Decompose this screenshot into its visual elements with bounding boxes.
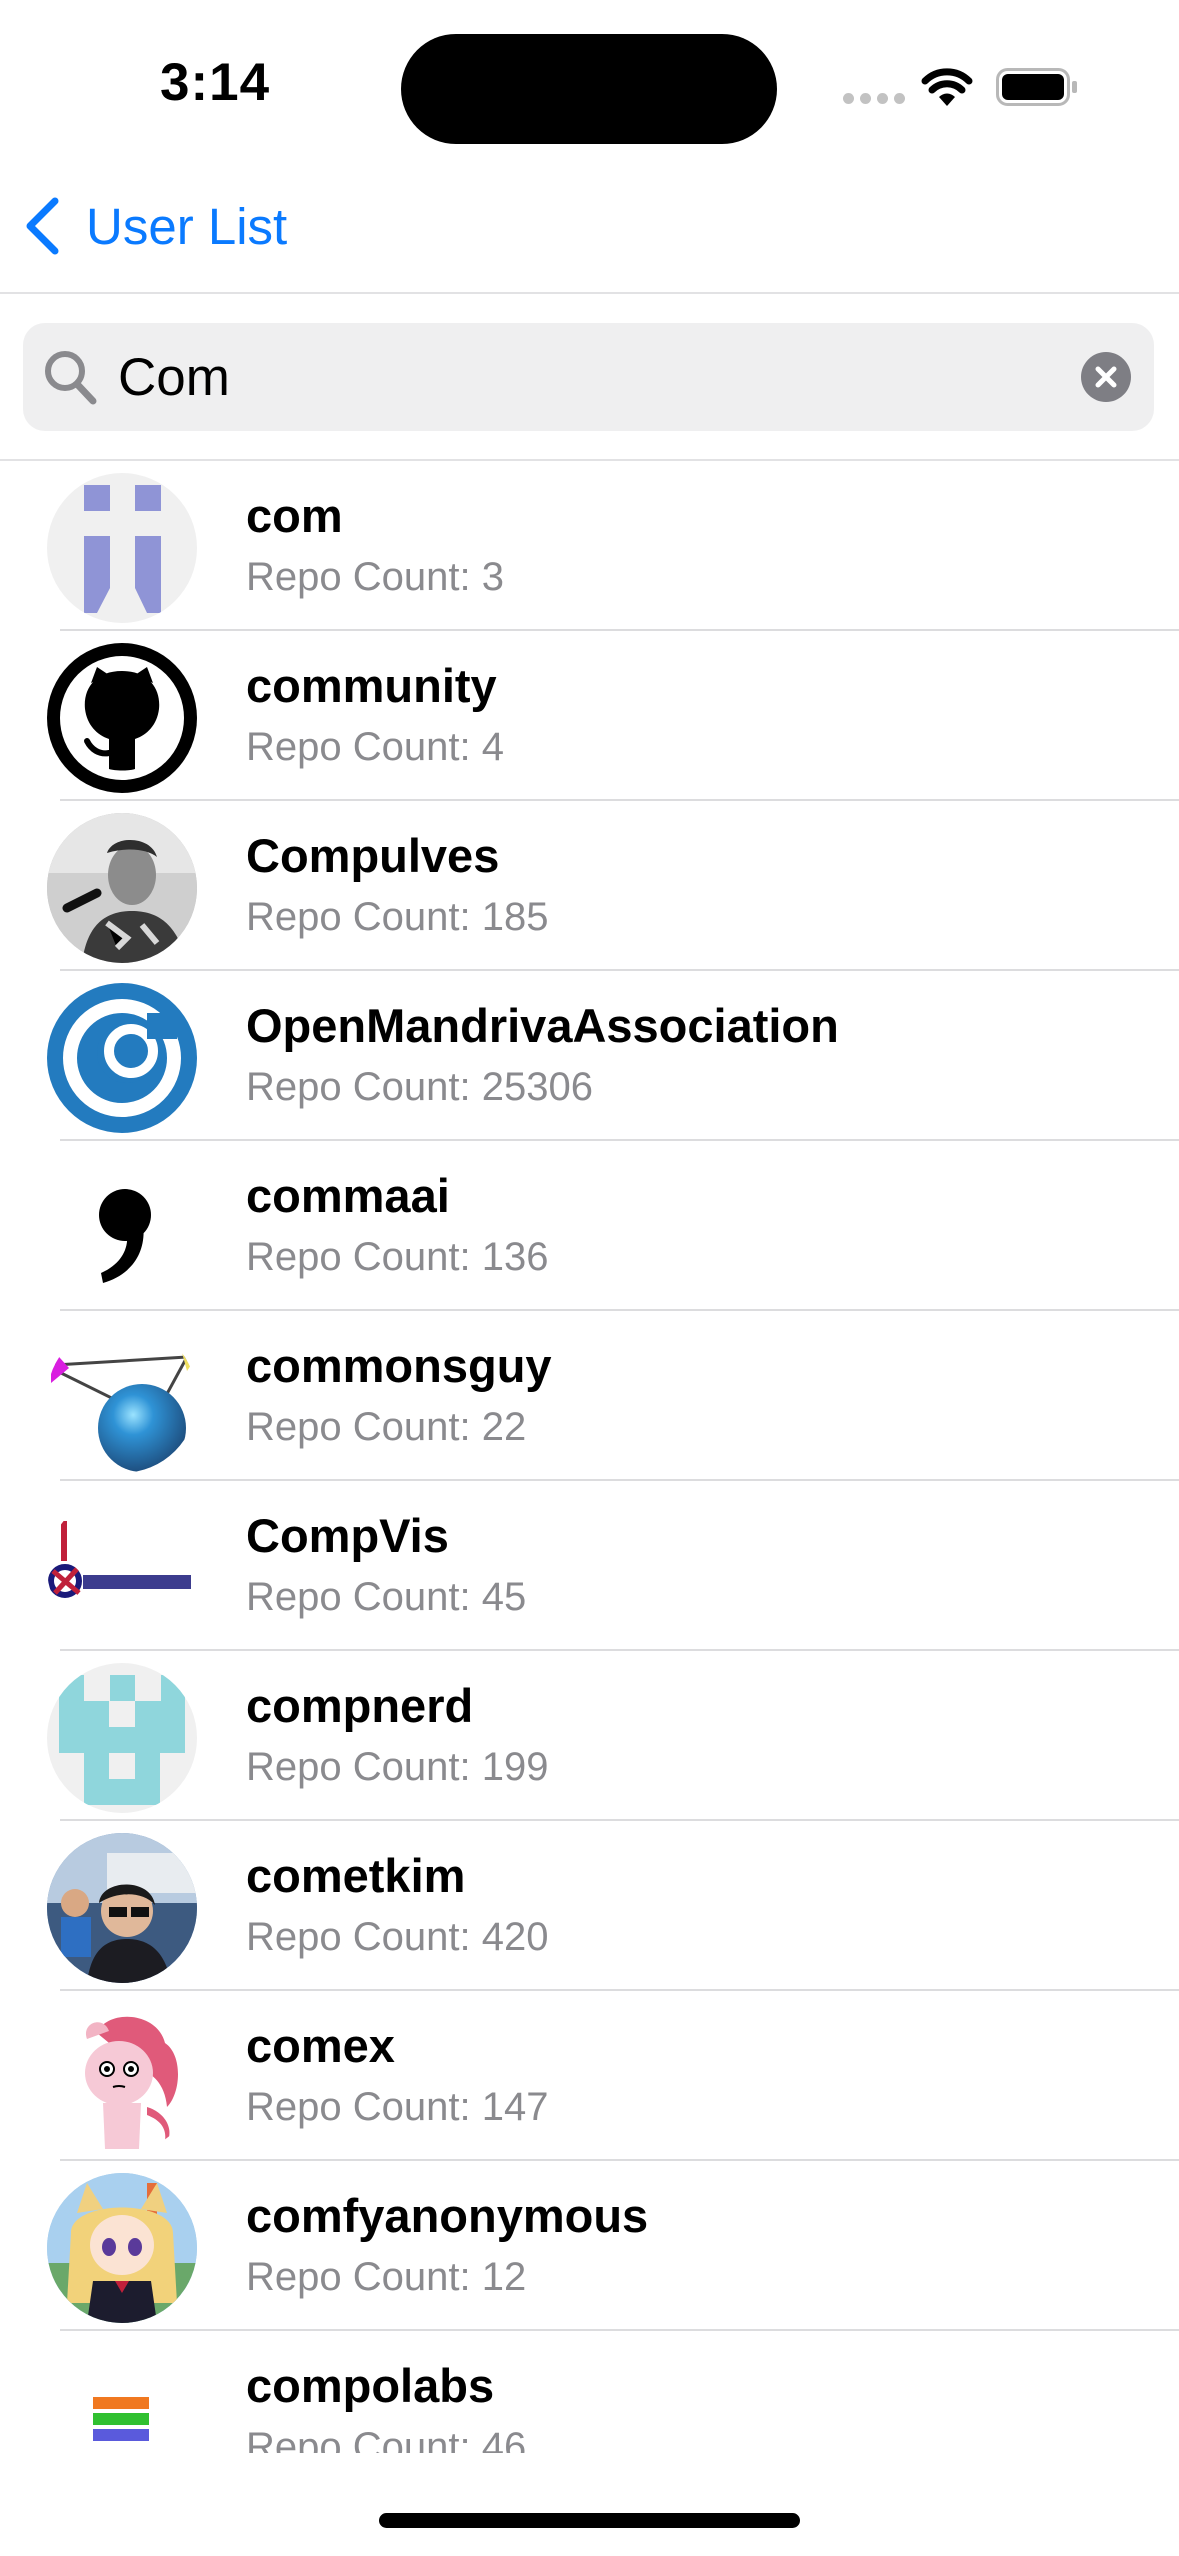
user-row[interactable]: commaai Repo Count: 136 (0, 1141, 1179, 1311)
user-row[interactable]: comfyanonymous Repo Count: 12 (0, 2161, 1179, 2331)
wifi-icon (921, 68, 973, 106)
stripes-logo-avatar (47, 2343, 197, 2453)
status-bar: 3:14 (0, 0, 1179, 170)
sphere-illustration-avatar (47, 1323, 197, 1473)
user-login: compnerd (246, 1679, 474, 1732)
repo-count: Repo Count: 12 (246, 2255, 527, 2299)
dynamic-island (401, 34, 777, 144)
search-bar (23, 323, 1154, 431)
identicon-avatar (47, 1663, 197, 1813)
user-login: comfyanonymous (246, 2189, 649, 2242)
compvis-logo-avatar (47, 1493, 197, 1643)
user-row[interactable]: com Repo Count: 3 (0, 461, 1179, 631)
chevron-left-icon (26, 197, 59, 255)
repo-count: Repo Count: 147 (246, 2085, 549, 2129)
user-row[interactable]: community Repo Count: 4 (0, 631, 1179, 801)
portrait-photo-avatar (47, 813, 197, 963)
person-photo-avatar (47, 1833, 197, 1983)
user-login: commaai (246, 1169, 450, 1222)
identicon-avatar (47, 473, 197, 623)
home-indicator (379, 2513, 800, 2528)
repo-count: Repo Count: 4 (246, 725, 504, 769)
user-login: community (246, 659, 497, 712)
repo-count: Repo Count: 420 (246, 1915, 549, 1959)
user-login: CompVis (246, 1509, 449, 1562)
pony-illustration-avatar (47, 2003, 197, 2153)
user-row[interactable]: compnerd Repo Count: 199 (0, 1651, 1179, 1821)
anime-illustration-avatar (47, 2173, 197, 2323)
user-login: compolabs (246, 2359, 495, 2412)
status-time: 3:14 (160, 53, 271, 112)
user-login: comex (246, 2019, 395, 2072)
back-button-label: User List (86, 197, 288, 255)
user-row[interactable]: cometkim Repo Count: 420 (0, 1821, 1179, 1991)
nav-divider (0, 292, 1179, 294)
mandriva-logo-avatar (47, 983, 197, 1133)
repo-count: Repo Count: 185 (246, 895, 549, 939)
user-login: commonsguy (246, 1339, 552, 1392)
back-button[interactable]: User List (22, 196, 287, 256)
github-octocat-avatar (47, 643, 197, 793)
user-row[interactable]: Compulves Repo Count: 185 (0, 801, 1179, 971)
repo-count: Repo Count: 22 (246, 1405, 527, 1449)
clear-search-button[interactable] (1081, 352, 1131, 402)
user-login: cometkim (246, 1849, 466, 1902)
repo-count: Repo Count: 199 (246, 1745, 549, 1789)
user-row[interactable]: comex Repo Count: 147 (0, 1991, 1179, 2161)
search-input[interactable] (118, 323, 1058, 431)
cellular-signal-icon (843, 93, 905, 105)
repo-count: Repo Count: 46 (246, 2425, 527, 2453)
close-icon (1095, 366, 1117, 388)
user-login: OpenMandrivaAssociation (246, 999, 839, 1052)
repo-count: Repo Count: 45 (246, 1575, 527, 1619)
user-row[interactable]: compolabs Repo Count: 46 (0, 2331, 1179, 2453)
user-row[interactable]: CompVis Repo Count: 45 (0, 1481, 1179, 1651)
repo-count: Repo Count: 3 (246, 555, 504, 599)
user-list: com Repo Count: 3 community Repo Count: … (0, 461, 1179, 2453)
search-icon (45, 351, 97, 405)
user-login: Compulves (246, 829, 500, 882)
user-row[interactable]: commonsguy Repo Count: 22 (0, 1311, 1179, 1481)
repo-count: Repo Count: 25306 (246, 1065, 593, 1109)
battery-icon (996, 68, 1077, 106)
comma-logo-avatar (47, 1153, 197, 1303)
repo-count: Repo Count: 136 (246, 1235, 549, 1279)
user-row[interactable]: OpenMandrivaAssociation Repo Count: 2530… (0, 971, 1179, 1141)
user-login: com (246, 489, 343, 542)
